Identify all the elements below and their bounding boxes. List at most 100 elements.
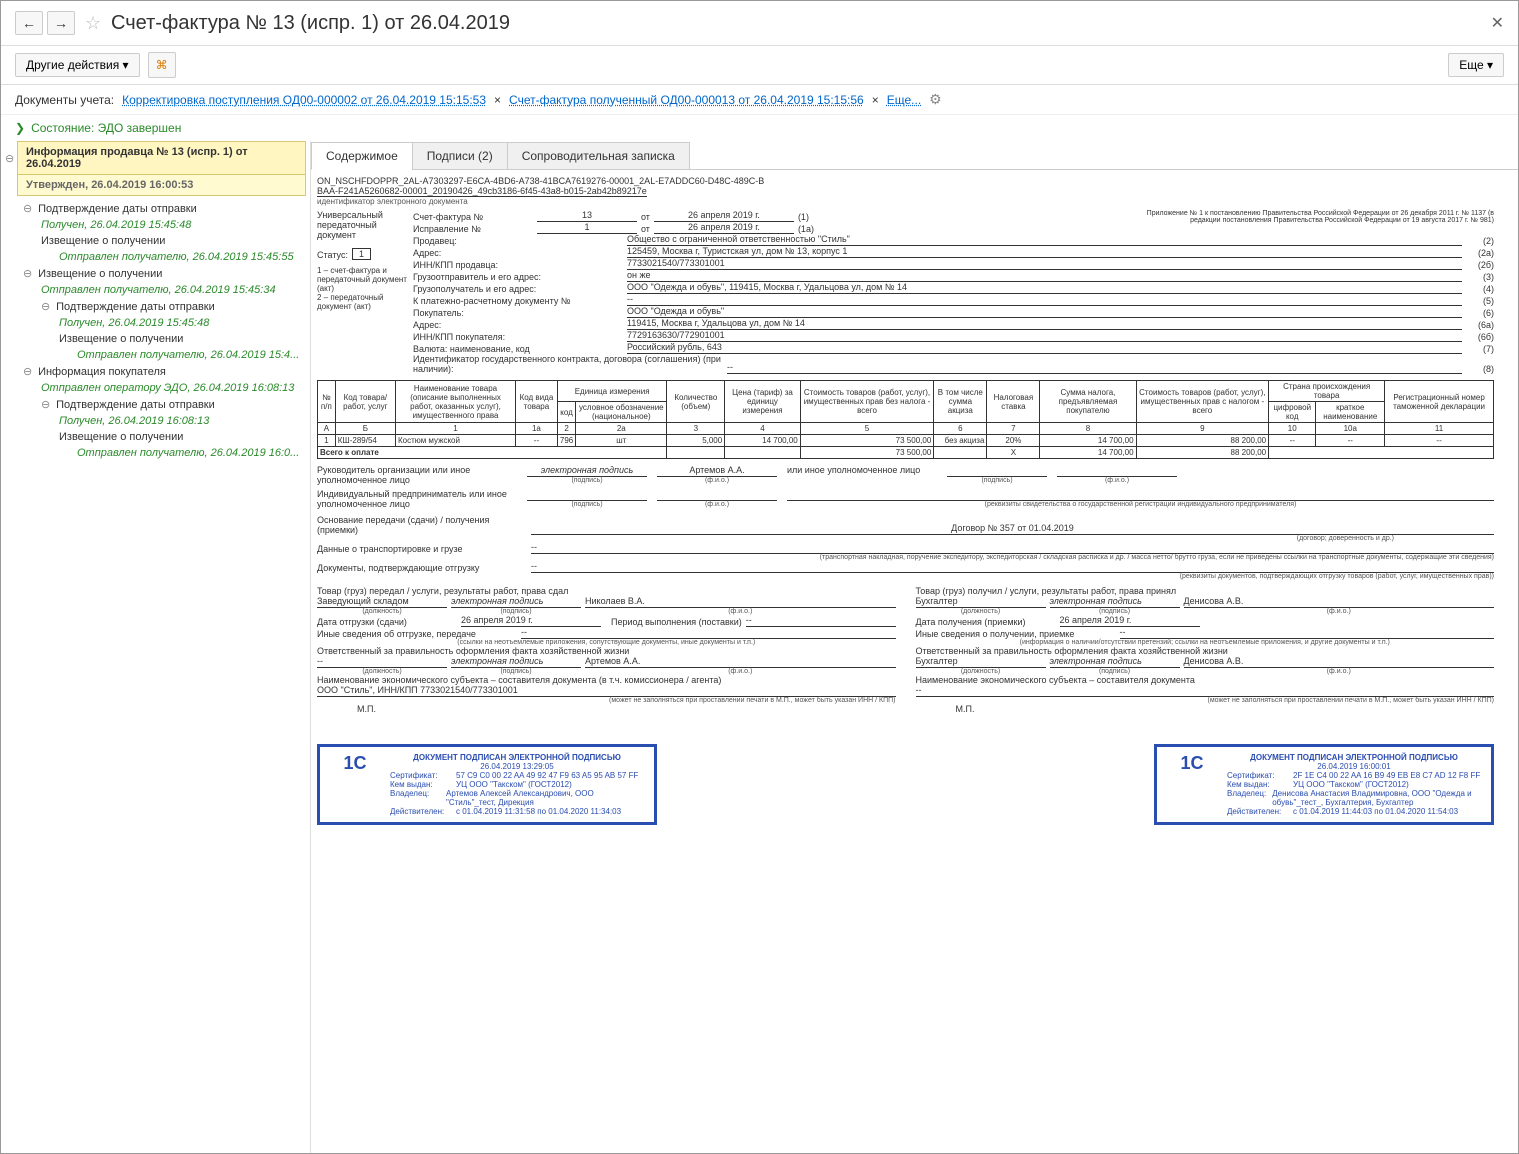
seller-info-head[interactable]: Информация продавца № 13 (испр. 1) от 26… (17, 141, 306, 175)
tree-item[interactable]: ⊖ Подтверждение даты отправки (1, 396, 310, 413)
econ-label: Наименование экономического субъекта – с… (317, 675, 896, 685)
expander-icon[interactable]: ⊖ (41, 398, 53, 411)
sf-code: (1) (798, 212, 809, 222)
col-rate: Налоговая ставка (987, 381, 1040, 423)
close-button[interactable]: ✕ (1491, 13, 1504, 33)
post-tiny: (должность) (317, 668, 447, 675)
doc-link-1[interactable]: Корректировка поступления ОД00-000002 от… (122, 93, 486, 107)
expander-icon[interactable]: ⊖ (23, 267, 35, 280)
tree-item[interactable]: Получен, 26.04.2019 15:45:48 (1, 217, 310, 233)
tree-item-label: Отправлен получателю, 26.04.2019 15:4... (77, 349, 299, 361)
tree-item[interactable]: ⊖ Подтверждение даты отправки (1, 200, 310, 217)
field-value: ООО "Одежда и обувь" (627, 306, 1462, 318)
tree-item[interactable]: Отправлен получателю, 26.04.2019 16:0... (1, 445, 310, 461)
fio-blank (657, 489, 777, 501)
col-decl: Регистрационный номер таможенной деклара… (1385, 381, 1494, 423)
tree-item-label: Отправлен получателю, 26.04.2019 16:0... (77, 447, 299, 459)
tree-item[interactable]: Отправлен получателю, 26.04.2019 15:45:5… (1, 249, 310, 265)
rekv-caption: (реквизиты свидетельства о государственн… (787, 501, 1494, 508)
field-label: ИНН/КПП покупателя: (413, 332, 623, 342)
col-num: 8 (1040, 423, 1136, 435)
from-label: от (641, 224, 650, 234)
tab-2[interactable]: Сопроводительная записка (507, 142, 690, 170)
tree-item-label: Отправлен оператору ЭДО, 26.04.2019 16:0… (41, 382, 294, 394)
forward-button[interactable]: → (47, 11, 75, 35)
expand-state-icon[interactable]: ❯ (15, 121, 25, 135)
period-label: Период выполнения (поставки) (611, 617, 742, 627)
tree-item-label: Получен, 26.04.2019 15:45:48 (41, 219, 191, 231)
col-num: 11 (1385, 423, 1494, 435)
head-org-label: Руководитель организации или иное уполно… (317, 465, 517, 485)
resp-fio: Денисова А.В. (1184, 656, 1495, 668)
econ-label: Наименование экономического субъекта – с… (916, 675, 1495, 685)
stamp-title: ДОКУМЕНТ ПОДПИСАН ЭЛЕКТРОННОЙ ПОДПИСЬЮ (1227, 753, 1481, 762)
tree-item[interactable]: Отправлен оператору ЭДО, 26.04.2019 16:0… (1, 380, 310, 396)
doc-link-2[interactable]: Счет-фактура полученный ОД00-000013 от 2… (509, 93, 864, 107)
expander-icon[interactable]: ⊖ (23, 365, 35, 378)
gov-decree-note: Приложение № 1 к постановлению Правитель… (1134, 210, 1494, 234)
date-val: 26 апреля 2019 г. (461, 615, 601, 627)
col-price: Цена (тариф) за единицу измерения (725, 381, 801, 423)
tree-item[interactable]: Получен, 26.04.2019 16:08:13 (1, 413, 310, 429)
stamp-owner-lbl: Владелец: (390, 789, 440, 807)
basis-label: Основание передачи (сдачи) / получения (… (317, 515, 527, 535)
post: Бухгалтер (916, 596, 1046, 608)
expander-icon[interactable]: ⊖ (41, 300, 53, 313)
expander-icon[interactable]: ⊖ (23, 202, 35, 215)
stamp-owner: Артемов Алексей Александрович, ООО "Стил… (446, 789, 644, 807)
tree-item[interactable]: Получен, 26.04.2019 15:45:48 (1, 315, 310, 331)
stamp-owner-lbl: Владелец: (1227, 789, 1266, 807)
col-title: Товар (груз) передал / услуги, результат… (317, 586, 896, 596)
tree-item[interactable]: ⊖ Извещение о получении (1, 265, 310, 282)
tree-item[interactable]: Извещение о получении (1, 429, 310, 445)
tree-item[interactable]: Извещение о получении (1, 233, 310, 249)
transport-value: -- (531, 542, 1494, 554)
col-unit: Единица измерения (557, 381, 667, 402)
tree-item-label: Извещение о получении (59, 431, 183, 443)
col-total: Стоимость товаров (работ, услуг), имущес… (1136, 381, 1269, 423)
col-num: 6 (934, 423, 987, 435)
back-button[interactable]: ← (15, 11, 43, 35)
post-tiny: (должность) (916, 668, 1046, 675)
sf-date: 26 апреля 2019 г. (654, 210, 794, 222)
tree-item[interactable]: Отправлен получателю, 26.04.2019 15:4... (1, 347, 310, 363)
tree-item[interactable]: ⊖ Информация покупателя (1, 363, 310, 380)
col-excise: В том числе сумма акциза (934, 381, 987, 423)
col-kind: Код вида товара (516, 381, 558, 423)
expander-icon[interactable]: ⊖ (5, 152, 17, 165)
tab-0[interactable]: Содержимое (311, 142, 413, 170)
field-code: (4) (1466, 284, 1494, 294)
field-label: Грузополучатель и его адрес: (413, 284, 623, 294)
other-label: Иные сведения об отгрузке, передаче (317, 629, 517, 639)
fio-blank (1057, 465, 1177, 477)
fio-tiny: (ф.и.о.) (585, 608, 896, 615)
col-num: Б (335, 423, 395, 435)
tree-item[interactable]: Отправлен получателю, 26.04.2019 15:45:3… (1, 282, 310, 298)
col-num: 1а (516, 423, 558, 435)
tab-1[interactable]: Подписи (2) (412, 142, 508, 170)
sf-label: Счет-фактура № (413, 212, 533, 222)
favorite-icon[interactable]: ☆ (85, 13, 105, 34)
signature-stamp-2: 1C ДОКУМЕНТ ПОДПИСАН ЭЛЕКТРОННОЙ ПОДПИСЬЮ… (1154, 744, 1494, 825)
gear-icon[interactable]: ⚙ (929, 91, 942, 108)
col-num: 9 (1136, 423, 1269, 435)
structure-icon-button[interactable]: ⌘ (148, 52, 176, 78)
fio-caption: (ф.и.о.) (657, 501, 777, 508)
field-label: Адрес: (413, 320, 623, 330)
stamp-logo: 1C (1167, 753, 1217, 816)
col-name: Наименование товара (описание выполненны… (396, 381, 516, 423)
col-num: 2а (576, 423, 667, 435)
date-label: Дата получения (приемки) (916, 617, 1056, 627)
tree-item[interactable]: Извещение о получении (1, 331, 310, 347)
other-actions-button[interactable]: Другие действия ▾ (15, 53, 140, 77)
status-note-2: 2 – передаточный документ (акт) (317, 293, 407, 311)
link-separator: × (872, 93, 879, 107)
tree-item[interactable]: ⊖ Подтверждение даты отправки (1, 298, 310, 315)
status-note-1: 1 – счет-фактура и передаточный документ… (317, 266, 407, 293)
doc-link-more[interactable]: Еще... (887, 93, 921, 107)
tree-item-label: Отправлен получателю, 26.04.2019 15:45:5… (59, 251, 294, 263)
field-code: (5) (1466, 296, 1494, 306)
transport-label: Данные о транспортировке и грузе (317, 544, 527, 554)
more-button[interactable]: Еще ▾ (1448, 53, 1504, 77)
field-value: 7729163630/772901001 (627, 330, 1462, 342)
